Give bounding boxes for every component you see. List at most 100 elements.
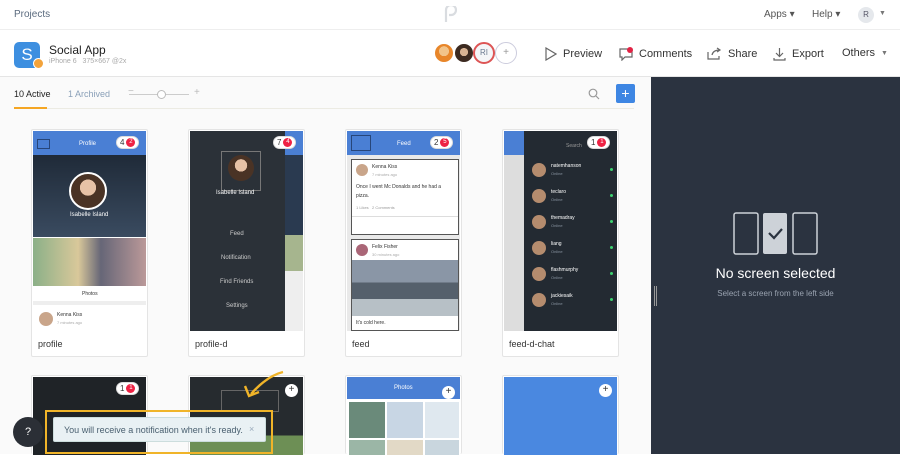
contact-name: flashmurphy — [551, 267, 579, 273]
apps-menu[interactable]: Apps ▾ — [764, 9, 795, 20]
comments-label: Comments — [639, 48, 693, 60]
help-menu[interactable]: Help ▾ — [812, 9, 840, 20]
online-dot — [610, 246, 613, 249]
add-collaborator-button[interactable]: + — [495, 42, 517, 64]
add-comment-icon[interactable]: + — [599, 384, 612, 397]
others-menu[interactable]: Others ▼ — [842, 47, 888, 59]
post-author: Kenna Kiss — [372, 164, 398, 170]
menu-item: Feed — [230, 231, 244, 237]
comment-badge[interactable]: 74 — [273, 136, 297, 149]
comment-badge[interactable]: 11 — [116, 382, 140, 395]
zoom-slider[interactable] — [129, 90, 189, 99]
unread-count: 4 — [283, 138, 293, 147]
project-name[interactable]: Social App — [49, 43, 106, 57]
preview-button[interactable]: Preview — [544, 47, 602, 61]
unread-count: 5 — [440, 138, 450, 147]
add-screen-button[interactable]: + — [616, 84, 635, 103]
add-comment-icon[interactable]: + — [442, 386, 455, 399]
collaborator-avatar[interactable] — [453, 42, 475, 64]
chat-contact: themadray Online — [532, 213, 616, 235]
contact-avatar — [532, 241, 546, 255]
contact-avatar — [532, 215, 546, 229]
screen-thumbnail: Profile Isabelle Island Photos — [33, 131, 146, 307]
chevron-down-icon[interactable]: ▼ — [879, 10, 886, 17]
project-device: iPhone 6 375×667 @2x — [49, 58, 126, 65]
device-size: 375×667 @2x — [82, 58, 127, 65]
thumb-divider — [33, 301, 146, 305]
contact-avatar — [532, 163, 546, 177]
share-button[interactable]: Share — [707, 47, 757, 60]
thumb-title: Feed — [397, 141, 411, 147]
projects-link[interactable]: Projects — [14, 9, 50, 20]
contact-name: liang — [551, 241, 562, 247]
contact-name: natemhanson — [551, 163, 582, 169]
menu-item: Settings — [226, 303, 248, 309]
thumb-section: Photos — [82, 291, 98, 297]
comment-count: 2 — [434, 138, 439, 147]
zoom-slider-handle[interactable] — [157, 90, 166, 99]
chat-contact: liang Online — [532, 239, 616, 261]
online-dot — [610, 272, 613, 275]
screen-name[interactable]: profile-d — [195, 339, 228, 349]
app-logo-icon[interactable] — [443, 6, 457, 24]
post-card: Felix Fisher 30 minutes ago It's cold he… — [351, 239, 459, 331]
comments-button[interactable]: Comments — [619, 47, 692, 61]
comment-count: 1 — [120, 384, 125, 393]
contact-status: Online — [551, 275, 563, 280]
screen-card-profile[interactable]: Profile Isabelle Island Photos Kenna Kis… — [31, 129, 148, 357]
contact-status: Online — [551, 301, 563, 306]
online-dot — [610, 220, 613, 223]
chevron-down-icon: ▼ — [881, 49, 888, 57]
preview-label: Preview — [563, 48, 603, 60]
commenter-name: Kenna Kiss — [57, 312, 83, 318]
highlight-frame — [45, 410, 273, 454]
others-label: Others — [842, 47, 876, 59]
chat-contact: flashmurphy Online — [532, 265, 616, 287]
screen-card[interactable]: + — [502, 375, 619, 455]
collaborator-avatar[interactable] — [433, 42, 455, 64]
unread-count: 2 — [126, 138, 136, 147]
export-button[interactable]: Export — [773, 47, 824, 61]
contact-status: Online — [551, 223, 563, 228]
screen-card-feed-d-chat[interactable]: Search natemhanson Online teclaro Online the… — [502, 129, 619, 357]
help-chat-button[interactable]: ? — [13, 417, 43, 447]
comment-count: 4 — [120, 138, 125, 147]
tab-active-indicator — [14, 107, 47, 109]
tab-archived[interactable]: 1 Archived — [68, 89, 110, 99]
zoom-in-button[interactable]: + — [194, 87, 200, 98]
app-icon-letter: S — [21, 45, 33, 64]
photo-tile — [349, 440, 385, 455]
comment-time: 7 minutes ago — [57, 320, 83, 325]
hamburger-icon — [351, 135, 371, 151]
post-divider — [352, 216, 458, 217]
screen-thumbnail: Isabelle Island Feed Notification Find F… — [190, 131, 303, 331]
screen-name[interactable]: feed — [352, 339, 370, 349]
post-text: It's cold here. — [356, 320, 386, 326]
thumb-peek — [504, 131, 524, 331]
no-screen-icon — [733, 212, 818, 255]
screen-card[interactable]: Photos + — [345, 375, 462, 455]
comment-badge[interactable]: 11 — [587, 136, 611, 149]
chat-contact: jackiesaik Online — [532, 291, 616, 313]
user-avatar[interactable]: R — [858, 7, 874, 23]
arrow-icon — [243, 370, 284, 398]
post-time: 30 minutes ago — [372, 252, 400, 257]
photo-tile — [387, 402, 423, 438]
post-time: 7 minutes ago — [372, 172, 398, 177]
comment-badge[interactable]: 42 — [116, 136, 140, 149]
screen-name[interactable]: feed-d-chat — [509, 339, 555, 349]
comment-badge[interactable]: 25 — [430, 136, 454, 149]
comment-count: 1 — [591, 138, 596, 147]
search-icon[interactable] — [588, 88, 600, 100]
screen-name[interactable]: profile — [38, 339, 63, 349]
tab-active[interactable]: 10 Active — [14, 89, 51, 99]
app-icon[interactable]: S — [14, 42, 44, 69]
photo-strip — [33, 238, 146, 286]
empty-state-subtitle: Select a screen from the left side — [717, 289, 834, 298]
screen-card-profile-d[interactable]: Isabelle Island Feed Notification Find F… — [188, 129, 305, 357]
empty-state-title: No screen selected — [715, 265, 836, 281]
collaborator-avatar[interactable]: RI — [473, 42, 495, 64]
thumb-title: Profile — [79, 141, 97, 147]
zoom-out-button[interactable]: − — [128, 86, 134, 97]
screen-card-feed[interactable]: Feed Kenna Kiss 7 minutes ago Once I wen… — [345, 129, 462, 357]
